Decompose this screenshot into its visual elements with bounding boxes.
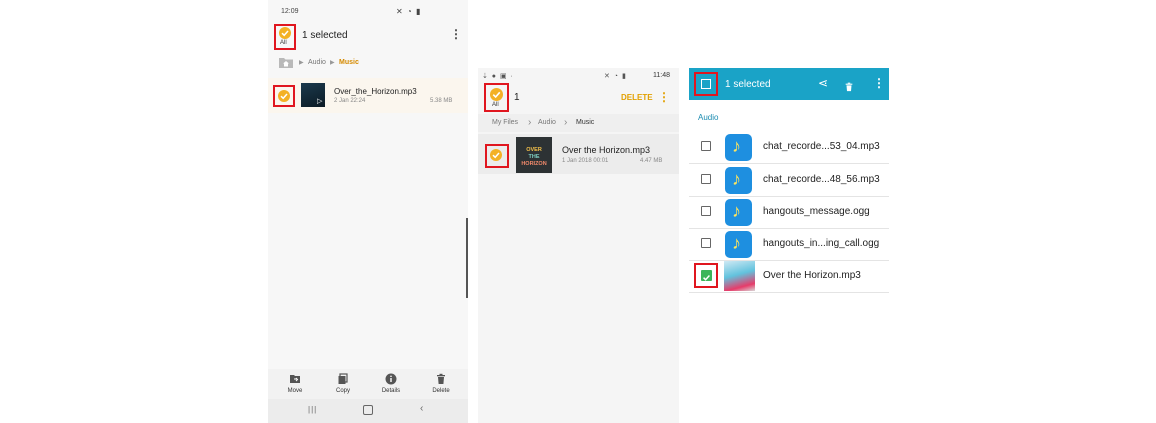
play-icon: ▷ bbox=[317, 98, 323, 105]
file-name: Over_the_Horizon.mp3 bbox=[334, 87, 417, 96]
breadcrumb-separator-icon: ▶ bbox=[330, 60, 335, 66]
highlight-box bbox=[694, 263, 718, 288]
file-name: chat_recorde...53_04.mp3 bbox=[763, 141, 880, 152]
trash-icon[interactable] bbox=[844, 79, 854, 92]
phone-screen-android: ⇣ ● ▣ · ✕ ◔ ▮ 11:48 All 1 DELETE ⋮ My Fi… bbox=[478, 68, 679, 423]
file-name: chat_recorde...48_56.mp3 bbox=[763, 174, 880, 185]
move-button[interactable]: Move bbox=[271, 369, 319, 399]
music-note-icon: ♪ bbox=[725, 231, 752, 258]
album-thumbnail: ▷ bbox=[301, 83, 325, 107]
selection-toolbar: 1 selected ⋖ ⋮ bbox=[689, 68, 889, 100]
status-time: 12:09 bbox=[281, 8, 299, 15]
status-time: 11:48 bbox=[653, 72, 670, 79]
breadcrumb-music[interactable]: Music bbox=[339, 59, 359, 66]
file-list-item[interactable]: ▷ Over_the_Horizon.mp3 2 Jan 22:24 5.38 … bbox=[268, 78, 468, 113]
file-list-item[interactable]: Over the Horizon.mp3 bbox=[689, 260, 889, 293]
music-note-icon: ♪ bbox=[725, 134, 752, 161]
trash-icon bbox=[437, 373, 445, 384]
item-checkbox[interactable] bbox=[701, 206, 711, 216]
highlight-box bbox=[485, 144, 509, 168]
move-icon bbox=[290, 375, 300, 383]
copy-label: Copy bbox=[335, 388, 350, 394]
details-label: Details bbox=[381, 388, 401, 394]
highlight-box bbox=[274, 24, 296, 50]
status-icons: ✕ ◔ ▮ bbox=[396, 7, 422, 16]
move-label: Move bbox=[287, 388, 303, 394]
file-name: hangouts_in...ing_call.ogg bbox=[763, 238, 880, 249]
status-icons: ✕ ◔ ▮ bbox=[604, 73, 627, 80]
item-checkbox[interactable] bbox=[701, 238, 711, 248]
file-name: Over the Horizon.mp3 bbox=[562, 145, 651, 155]
back-icon[interactable]: ‹ bbox=[420, 403, 423, 414]
file-list-item[interactable]: ♪ chat_recorde...48_56.mp3 bbox=[689, 164, 889, 197]
breadcrumb-separator-icon: ▶ bbox=[299, 60, 304, 66]
notification-icons: ⇣ ● ▣ · bbox=[482, 73, 514, 80]
selection-count: 1 bbox=[514, 92, 520, 103]
more-options-icon[interactable]: ⋮ bbox=[450, 27, 462, 41]
item-checkbox[interactable] bbox=[701, 174, 711, 184]
album-art: OVER THE HORIZON bbox=[516, 137, 552, 173]
breadcrumb-my-files[interactable]: My Files bbox=[492, 119, 518, 126]
file-date: 1 Jan 2018 00:01 bbox=[562, 158, 609, 164]
music-note-icon: ♪ bbox=[725, 167, 752, 194]
system-nav-bar: ||| ‹ bbox=[268, 399, 468, 423]
file-name: hangouts_message.ogg bbox=[763, 206, 870, 217]
file-list-item[interactable]: ♪ hangouts_message.ogg bbox=[689, 196, 889, 229]
highlight-box bbox=[273, 85, 295, 107]
file-name: Over the Horizon.mp3 bbox=[763, 270, 861, 281]
copy-icon bbox=[338, 373, 348, 384]
selection-count-title: 1 selected bbox=[725, 79, 771, 90]
breadcrumb-separator-icon: › bbox=[564, 117, 568, 128]
file-date: 2 Jan 22:24 bbox=[334, 98, 366, 104]
file-list-item[interactable]: ♪ chat_recorde...53_04.mp3 bbox=[689, 131, 889, 164]
delete-action[interactable]: DELETE bbox=[621, 93, 653, 102]
album-art-text: HORIZON bbox=[521, 161, 547, 167]
album-art-text: THE bbox=[528, 154, 540, 160]
music-note-icon: ♪ bbox=[725, 199, 752, 226]
selection-count-title: 1 selected bbox=[302, 30, 348, 41]
album-thumbnail bbox=[724, 261, 755, 291]
file-list-item[interactable]: ♪ hangouts_in...ing_call.ogg bbox=[689, 228, 889, 261]
status-bar: 12:09 ✕ ◔ ▮ bbox=[268, 0, 468, 24]
breadcrumb: My Files › Audio › Music bbox=[478, 114, 679, 132]
delete-label: Delete bbox=[432, 388, 450, 394]
album-art-text: OVER bbox=[526, 147, 542, 153]
details-button[interactable]: Details bbox=[367, 369, 415, 399]
scrollbar[interactable] bbox=[466, 218, 468, 298]
info-icon bbox=[385, 373, 397, 385]
file-size: 5.38 MB bbox=[430, 98, 453, 104]
home-folder-icon[interactable] bbox=[278, 56, 294, 69]
breadcrumb-audio[interactable]: Audio bbox=[308, 59, 326, 66]
home-icon[interactable] bbox=[363, 405, 373, 415]
file-size: 4.47 MB bbox=[640, 158, 663, 164]
delete-button[interactable]: Delete bbox=[417, 369, 465, 399]
highlight-box bbox=[694, 72, 718, 96]
recents-icon[interactable]: ||| bbox=[308, 405, 317, 414]
copy-button[interactable]: Copy bbox=[319, 369, 367, 399]
share-icon[interactable]: ⋖ bbox=[818, 76, 828, 90]
breadcrumb-separator-icon: › bbox=[528, 117, 532, 128]
section-header-audio: Audio bbox=[698, 113, 719, 122]
phone-screen-legacy: 1 selected ⋖ ⋮ Audio ♪ chat_recorde...53… bbox=[689, 68, 889, 423]
breadcrumb-audio[interactable]: Audio bbox=[538, 119, 556, 126]
highlight-box bbox=[484, 83, 509, 112]
item-checkbox[interactable] bbox=[701, 141, 711, 151]
more-options-icon[interactable]: ⋮ bbox=[873, 76, 885, 90]
more-options-icon[interactable]: ⋮ bbox=[658, 90, 670, 104]
phone-screen-samsung: 12:09 ✕ ◔ ▮ All 1 selected ⋮ ▶ Audio ▶ M… bbox=[268, 0, 468, 423]
breadcrumb-music[interactable]: Music bbox=[576, 119, 594, 126]
bottom-action-bar: Move Copy Details Delete bbox=[268, 369, 468, 399]
